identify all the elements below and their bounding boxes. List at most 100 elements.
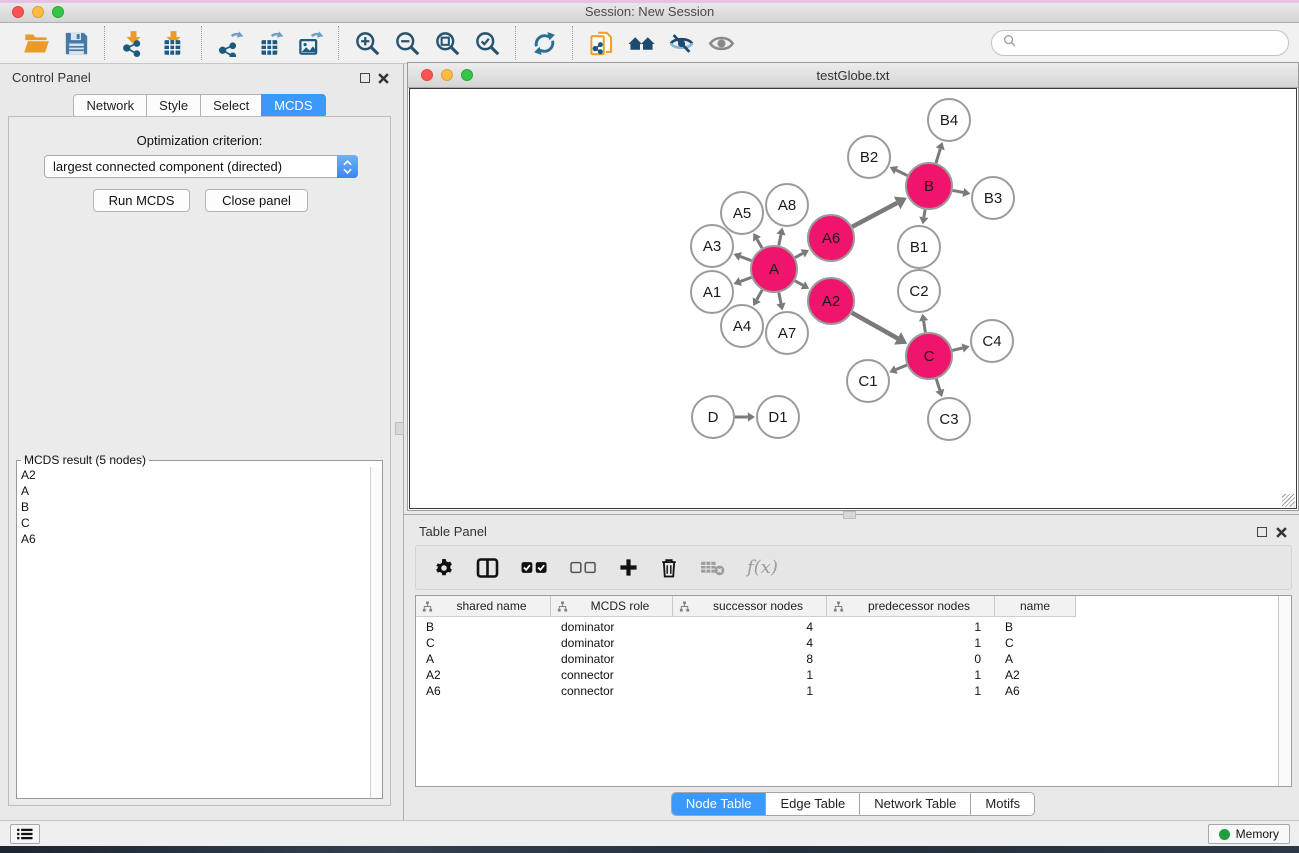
graph-node-A8[interactable]: A8 bbox=[766, 184, 808, 226]
tab-network-table[interactable]: Network Table bbox=[859, 793, 970, 815]
graph-edge[interactable] bbox=[852, 203, 897, 227]
settings-icon[interactable] bbox=[434, 555, 454, 581]
close-panel-button[interactable]: Close panel bbox=[205, 189, 308, 212]
column-header-name[interactable]: name bbox=[995, 596, 1076, 617]
graph-edge[interactable] bbox=[757, 290, 762, 300]
import-table-icon[interactable] bbox=[157, 27, 189, 59]
graph-edge[interactable] bbox=[896, 170, 907, 175]
column-header-predecessor-nodes[interactable]: predecessor nodes bbox=[827, 596, 995, 617]
zoom-out-icon[interactable] bbox=[391, 27, 423, 59]
column-header-shared-name[interactable]: shared name bbox=[416, 596, 551, 617]
table-row[interactable]: Bdominator41B bbox=[416, 619, 1278, 635]
graph-edge[interactable] bbox=[757, 239, 762, 248]
vertical-splitter[interactable] bbox=[403, 64, 404, 820]
tab-edge-table[interactable]: Edge Table bbox=[765, 793, 859, 815]
table-row[interactable]: A2connector11A2 bbox=[416, 667, 1278, 683]
tab-select[interactable]: Select bbox=[200, 94, 262, 118]
graph-edge[interactable] bbox=[779, 235, 781, 246]
home-layout-icon[interactable] bbox=[625, 27, 657, 59]
column-header-MCDS-role[interactable]: MCDS role bbox=[551, 596, 673, 617]
import-network-icon[interactable] bbox=[117, 27, 149, 59]
columns-icon[interactable] bbox=[476, 555, 499, 581]
graph-node-C1[interactable]: C1 bbox=[847, 360, 889, 402]
graph-edge[interactable] bbox=[896, 365, 907, 369]
result-item[interactable]: C bbox=[17, 515, 370, 531]
result-item[interactable]: A6 bbox=[17, 531, 370, 547]
graph-node-A3[interactable]: A3 bbox=[691, 225, 733, 267]
graph-edge[interactable] bbox=[795, 253, 803, 257]
tab-node-table[interactable]: Node Table bbox=[672, 793, 766, 815]
graph-node-A[interactable]: A bbox=[751, 246, 797, 292]
export-image-icon[interactable] bbox=[294, 27, 326, 59]
graph-node-C[interactable]: C bbox=[906, 333, 952, 379]
graph-node-C3[interactable]: C3 bbox=[928, 398, 970, 440]
graph-node-A7[interactable]: A7 bbox=[766, 312, 808, 354]
close-table-panel-icon[interactable] bbox=[1274, 525, 1288, 539]
graph-node-A6[interactable]: A6 bbox=[808, 215, 854, 261]
graph-node-D[interactable]: D bbox=[692, 396, 734, 438]
result-scrollbar[interactable] bbox=[370, 467, 382, 798]
export-network-icon[interactable] bbox=[214, 27, 246, 59]
graph-node-B2[interactable]: B2 bbox=[848, 136, 890, 178]
result-item[interactable]: A bbox=[17, 483, 370, 499]
save-session-icon[interactable] bbox=[60, 27, 92, 59]
graph-node-A1[interactable]: A1 bbox=[691, 271, 733, 313]
search-box[interactable] bbox=[991, 30, 1289, 56]
table-scrollbar[interactable] bbox=[1278, 596, 1291, 786]
deselect-all-icon[interactable] bbox=[570, 555, 597, 581]
task-history-button[interactable] bbox=[10, 824, 40, 844]
graph-node-A4[interactable]: A4 bbox=[721, 305, 763, 347]
table-row[interactable]: A6connector11A6 bbox=[416, 683, 1278, 699]
column-header-successor-nodes[interactable]: successor nodes bbox=[673, 596, 827, 617]
graph-node-D1[interactable]: D1 bbox=[757, 396, 799, 438]
search-input[interactable] bbox=[1022, 36, 1278, 51]
graph-edge[interactable] bbox=[953, 190, 964, 192]
graph-edge[interactable] bbox=[740, 277, 751, 281]
graph-edge[interactable] bbox=[740, 257, 751, 261]
result-item[interactable]: B bbox=[17, 499, 370, 515]
tab-motifs[interactable]: Motifs bbox=[970, 793, 1034, 815]
zoom-fit-icon[interactable] bbox=[431, 27, 463, 59]
network-canvas[interactable]: B4 B2 B B3 A8A5 A6 A3 B1 A C2 A1 A2 A4A7 C4 C C1 D D1 C3 bbox=[409, 88, 1297, 509]
graph-edge[interactable] bbox=[924, 321, 926, 332]
refresh-icon[interactable] bbox=[528, 27, 560, 59]
graph-node-B3[interactable]: B3 bbox=[972, 177, 1014, 219]
graph-edge[interactable] bbox=[952, 348, 962, 350]
graph-node-C2[interactable]: C2 bbox=[898, 270, 940, 312]
open-file-icon[interactable] bbox=[20, 27, 52, 59]
graph-node-B1[interactable]: B1 bbox=[898, 226, 940, 268]
run-mcds-button[interactable]: Run MCDS bbox=[93, 189, 190, 212]
graph-edge[interactable] bbox=[779, 293, 781, 304]
delete-table-icon[interactable] bbox=[700, 555, 725, 581]
hide-panels-icon[interactable] bbox=[665, 27, 697, 59]
show-eye-icon[interactable] bbox=[705, 27, 737, 59]
graph-edge[interactable] bbox=[936, 379, 940, 390]
zoom-in-icon[interactable] bbox=[351, 27, 383, 59]
graph-node-A5[interactable]: A5 bbox=[721, 192, 763, 234]
export-table-icon[interactable] bbox=[254, 27, 286, 59]
graph-node-A2[interactable]: A2 bbox=[808, 278, 854, 324]
graph-node-B4[interactable]: B4 bbox=[928, 99, 970, 141]
graph-node-B[interactable]: B bbox=[906, 163, 952, 209]
graph-edge[interactable] bbox=[924, 210, 925, 218]
delete-row-icon[interactable] bbox=[660, 555, 678, 581]
result-item[interactable]: A2 bbox=[17, 467, 370, 483]
select-all-icon[interactable] bbox=[521, 555, 548, 581]
function-builder-icon[interactable]: f(x) bbox=[747, 557, 778, 578]
optimization-dropdown[interactable]: largest connected component (directed) bbox=[44, 155, 358, 178]
resize-grip-icon[interactable] bbox=[1282, 494, 1295, 507]
horizontal-splitter-handle[interactable] bbox=[843, 511, 856, 519]
close-panel-icon[interactable] bbox=[376, 71, 390, 85]
table-row[interactable]: Adominator80A bbox=[416, 651, 1278, 667]
float-panel-icon[interactable] bbox=[358, 71, 372, 85]
network-window-titlebar[interactable]: testGlobe.txt bbox=[408, 63, 1298, 88]
tab-mcds[interactable]: MCDS bbox=[261, 94, 325, 118]
graph-edge[interactable] bbox=[852, 313, 898, 339]
graph-edge[interactable] bbox=[795, 281, 803, 285]
vertical-splitter-handle[interactable] bbox=[395, 422, 404, 435]
graph-node-C4[interactable]: C4 bbox=[971, 320, 1013, 362]
tab-style[interactable]: Style bbox=[146, 94, 201, 118]
memory-button[interactable]: Memory bbox=[1208, 824, 1290, 844]
tab-network[interactable]: Network bbox=[73, 94, 147, 118]
add-row-icon[interactable] bbox=[619, 555, 638, 581]
